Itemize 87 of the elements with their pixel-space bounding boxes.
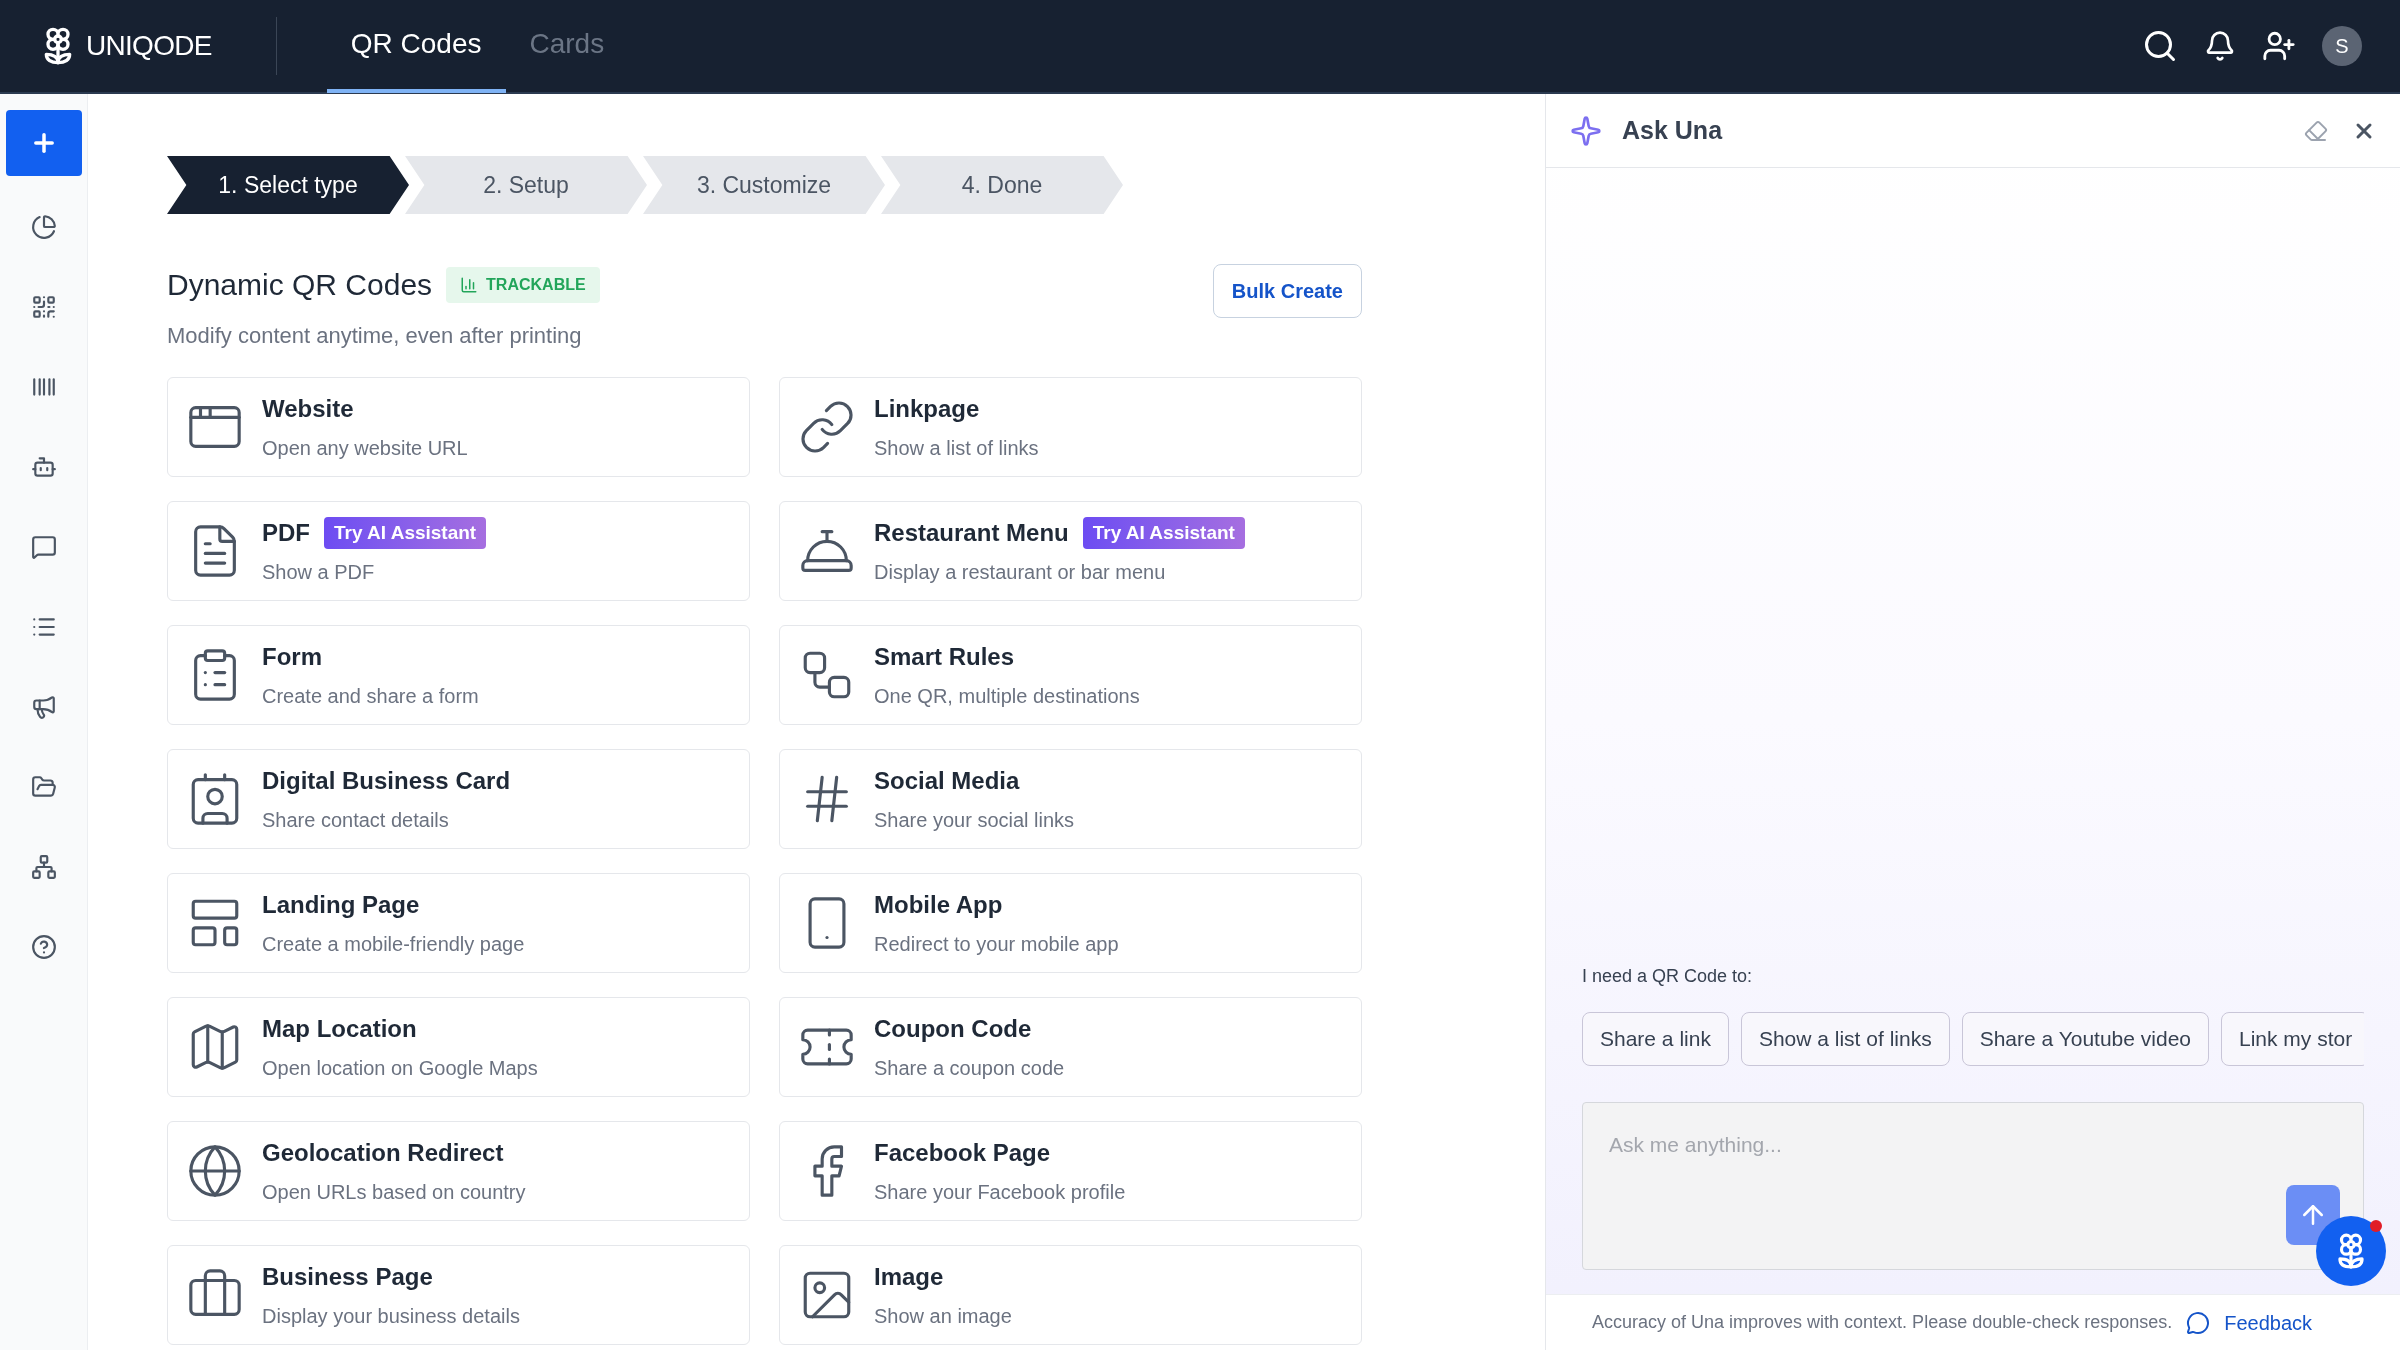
hierarchy-icon[interactable] (30, 854, 57, 880)
link-icon (798, 398, 856, 456)
trackable-tag: TRACKABLE (446, 266, 600, 303)
card-title: Smart Rules (874, 642, 1015, 672)
card-description: Redirect to your mobile app (874, 932, 1119, 957)
brand-name: UNIQODE (86, 29, 212, 63)
card-title: Business Page (262, 1262, 433, 1292)
card-description: Create and share a form (262, 684, 479, 709)
add-user-icon[interactable] (2262, 29, 2296, 63)
card-title: Digital Business Card (262, 766, 511, 796)
card-title: Linkpage (874, 394, 980, 424)
card-title: Map Location (262, 1014, 417, 1044)
card-description: Create a mobile-friendly page (262, 932, 525, 957)
folder-icon[interactable] (30, 774, 57, 800)
card-description: Display a restaurant or bar menu (874, 560, 1167, 585)
card-description: Share your Facebook profile (874, 1180, 1126, 1205)
card-description: Show a list of links (874, 436, 1039, 461)
qr-type-card[interactable]: Smart Rules One QR, multiple destinations (779, 625, 1362, 725)
speech-bubble-icon[interactable] (2186, 1310, 2211, 1335)
message-field[interactable]: Ask me anything... (1582, 1102, 2364, 1270)
prompt-label: I need a QR Code to: (1582, 965, 1754, 988)
step-tab[interactable]: 4. Done (881, 156, 1123, 214)
section-subtitle: Modify content anytime, even after printing (167, 322, 583, 350)
qr-type-card[interactable]: Mobile App Redirect to your mobile app (779, 873, 1362, 973)
card-description: One QR, multiple destinations (874, 684, 1140, 709)
bulk-create-button[interactable]: Bulk Create (1212, 264, 1362, 318)
card-description: Display your business details (262, 1304, 520, 1329)
megaphone-icon[interactable] (30, 694, 57, 720)
qr-type-card[interactable]: Linkpage Show a list of links (779, 377, 1362, 477)
pie-chart-icon[interactable] (30, 214, 57, 240)
qr-type-card[interactable]: PDF Try AI Assistant Show a PDF (167, 501, 750, 601)
card-title: Geolocation Redirect (262, 1138, 504, 1168)
step-tab[interactable]: 3. Customize (643, 156, 885, 214)
card-description: Share contact details (262, 808, 450, 833)
chat-icon[interactable] (30, 534, 57, 560)
card-title: PDF (262, 518, 310, 548)
qr-type-card[interactable]: Map Location Open location on Google Maps (167, 997, 750, 1097)
search-icon[interactable] (2142, 28, 2178, 64)
nav-tab[interactable]: QR Codes (326, 0, 506, 93)
ai-badge: Try AI Assistant (324, 516, 487, 550)
suggestion-chip[interactable]: Share a Youtube video (1961, 1012, 2209, 1066)
card-title: Social Media (874, 766, 1020, 796)
ai-badge: Try AI Assistant (1082, 516, 1245, 550)
step-tab[interactable]: 1. Select type (167, 156, 409, 214)
qr-type-card[interactable]: Website Open any website URL (167, 377, 750, 477)
qr-type-card[interactable]: Coupon Code Share a coupon code (779, 997, 1362, 1097)
feedback-link[interactable]: Feedback (2224, 1307, 2313, 1338)
suggestion-chip[interactable]: Share a link (1582, 1012, 1729, 1066)
user-avatar[interactable]: S (2322, 26, 2362, 66)
card-title: Image (874, 1262, 944, 1292)
qr-type-card[interactable]: Restaurant Menu Try AI Assistant Display a restaurant or bar menu (779, 501, 1362, 601)
suggestion-chip[interactable]: Link my stor (2221, 1012, 2364, 1066)
card-title: Coupon Code (874, 1014, 1032, 1044)
qr-type-card[interactable]: Geolocation Redirect Open URLs based on country (167, 1121, 750, 1221)
panel-title: Ask Una (1622, 114, 1723, 146)
qr-type-card[interactable]: Facebook Page Share your Facebook profile (779, 1121, 1362, 1221)
qr-code-icon[interactable] (30, 294, 57, 320)
card-description: Open any website URL (262, 436, 468, 461)
qr-type-card[interactable]: Image Show an image (779, 1245, 1362, 1345)
card-description: Show a PDF (262, 560, 376, 585)
card-description: Open location on Google Maps (262, 1056, 538, 1081)
card-description: Show an image (874, 1304, 1012, 1329)
suggestion-chip[interactable]: Show a list of links (1740, 1012, 1950, 1066)
card-title: Website (262, 394, 354, 424)
card-title: Facebook Page (874, 1138, 1051, 1168)
help-icon[interactable] (30, 934, 57, 960)
card-title: Form (262, 642, 322, 672)
bar-chart-icon (460, 275, 479, 294)
disclaimer-text: Accuracy of Una improves with context. Please double-check responses. (1592, 1311, 2173, 1334)
qr-type-card[interactable]: Digital Business Card Share contact details (167, 749, 750, 849)
card-description: Share your social links (874, 808, 1075, 833)
robot-icon[interactable] (30, 454, 57, 480)
card-title: Landing Page (262, 890, 420, 920)
qr-type-card[interactable]: Form Create and share a form (167, 625, 750, 725)
qr-type-card[interactable]: Social Media Share your social links (779, 749, 1362, 849)
section-title: Dynamic QR Codes (167, 267, 433, 303)
qr-type-card[interactable]: Landing Page Create a mobile-friendly page (167, 873, 750, 973)
card-title: Mobile App (874, 890, 1003, 920)
card-title: Restaurant Menu (874, 518, 1069, 548)
step-tab[interactable]: 2. Setup (405, 156, 647, 214)
card-description: Share a coupon code (874, 1056, 1065, 1081)
create-button[interactable] (5, 110, 82, 176)
card-description: Open URLs based on country (262, 1180, 526, 1205)
sparkle-icon (1570, 114, 1602, 147)
qr-type-card[interactable]: Business Page Display your business details (167, 1245, 750, 1345)
globe-icon (186, 1142, 244, 1200)
bell-icon[interactable] (2204, 30, 2236, 62)
